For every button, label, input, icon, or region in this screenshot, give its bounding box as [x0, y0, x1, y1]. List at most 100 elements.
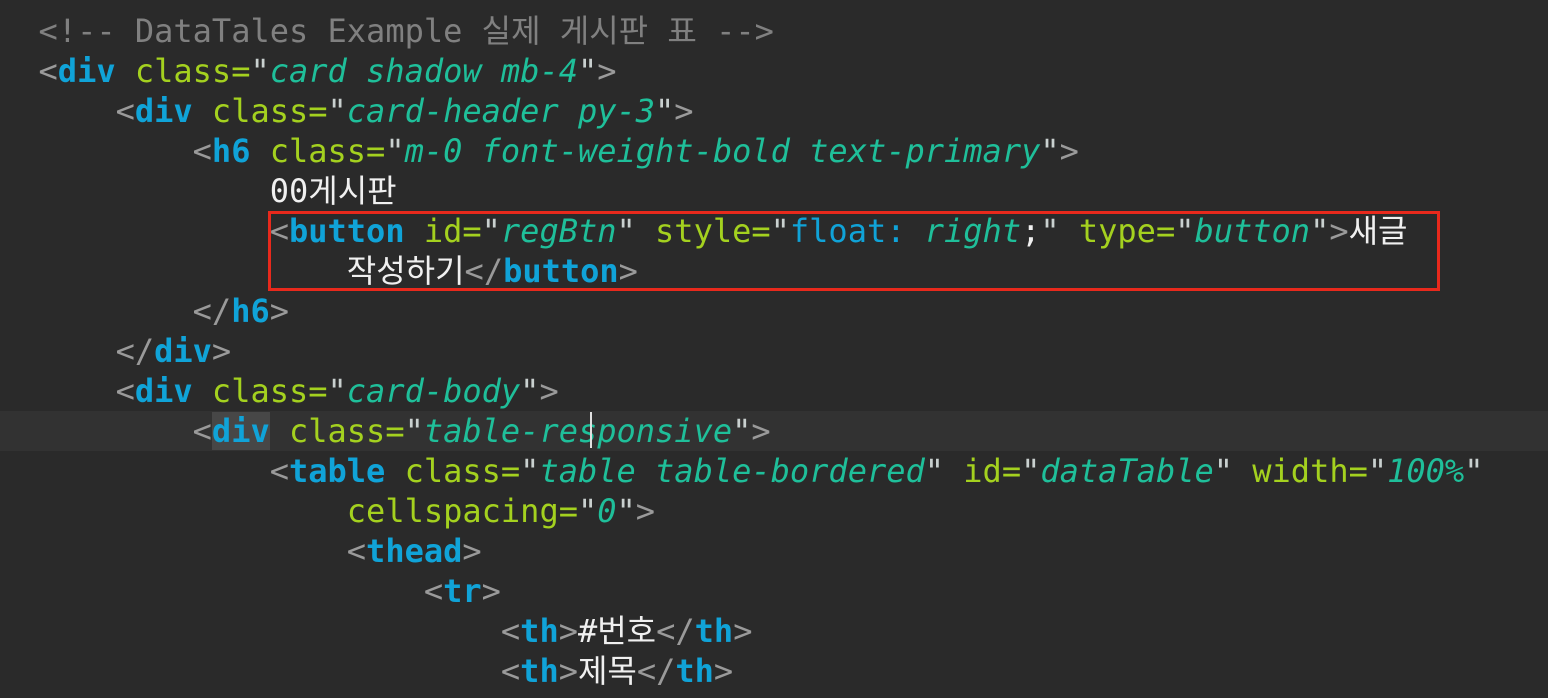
code-token: div [57, 52, 116, 90]
code-token: " [481, 212, 501, 250]
code-line[interactable]: cellspacing="0"> [0, 491, 1548, 531]
code-line[interactable]: <!-- DataTales Example 실제 게시판 표 --> [0, 11, 1548, 51]
code-token: > [558, 652, 578, 690]
code-line[interactable]: <thead> [0, 531, 1548, 571]
code-token: div [134, 92, 193, 130]
code-line[interactable]: <div class="table-responsive"> [0, 411, 1548, 451]
code-token: 작성하기 [346, 252, 465, 290]
code-token: " [520, 372, 540, 410]
code-token: right [924, 212, 1022, 250]
code-token: " [404, 412, 424, 450]
code-token: type [1078, 212, 1156, 250]
code-line[interactable]: <tr> [0, 571, 1548, 611]
code-token: " [616, 492, 636, 530]
code-token: > [618, 252, 638, 290]
code-token: : [886, 212, 925, 250]
code-line[interactable]: <div class="card-header py-3"> [0, 91, 1548, 131]
code-line[interactable]: <button id="regBtn" style="float: right;… [0, 211, 1548, 251]
code-token: > [1059, 132, 1079, 170]
code-line[interactable]: 00게시판 [0, 171, 1548, 211]
code-token: > [539, 372, 559, 410]
code-token: = [1348, 452, 1368, 490]
code-line[interactable]: <h6 class="m-0 font-weight-bold text-pri… [0, 131, 1548, 171]
code-line[interactable]: <div class="card shadow mb-4"> [0, 51, 1548, 91]
code-token: h6 [211, 132, 251, 170]
code-token: 0 [597, 492, 617, 530]
code-token: h6 [231, 292, 270, 330]
code-token: " [1464, 452, 1484, 490]
code-token: card-body [346, 372, 521, 410]
code-token: id [963, 452, 1002, 490]
code-token: 새글 [1348, 212, 1408, 250]
code-token: </ [636, 652, 676, 690]
code-token: class [288, 412, 386, 450]
code-line[interactable]: <table class="table table-bordered" id="… [0, 451, 1548, 491]
code-token: float [789, 212, 887, 250]
code-token: button [1194, 212, 1311, 250]
code-token: = [385, 412, 405, 450]
code-token: = [558, 492, 578, 530]
code-token: = [751, 212, 771, 250]
code-token: < [346, 532, 367, 570]
code-token: = [1155, 212, 1176, 250]
code-token: <!-- DataTales Example 실제 게시판 표 --> [38, 12, 774, 50]
code-token: class [211, 92, 309, 130]
code-line[interactable]: </div> [0, 331, 1548, 371]
code-token: 100% [1387, 452, 1465, 490]
code-token: " [250, 52, 270, 90]
code-token: = [1001, 452, 1022, 490]
code-token: width [1252, 452, 1349, 490]
code-line[interactable]: <th>#번호</th> [0, 611, 1548, 651]
code-token: " [616, 212, 636, 250]
code-token: button [503, 252, 619, 290]
code-token: ; [1021, 212, 1041, 250]
code-token: " [1021, 452, 1041, 490]
code-token: = [308, 92, 328, 130]
code-token: dataTable [1040, 452, 1214, 490]
code-token: " [577, 52, 598, 90]
text-cursor [590, 412, 592, 448]
code-token: < [115, 92, 135, 130]
code-token: th [520, 652, 559, 690]
code-token: " [1367, 452, 1388, 490]
code-token: div [211, 412, 270, 450]
code-token: " [327, 92, 347, 130]
code-token: > [751, 412, 771, 450]
code-token: class [134, 52, 232, 90]
code-token: < [500, 652, 521, 690]
code-token: < [269, 452, 289, 490]
code-token: </ [115, 332, 155, 370]
code-editor[interactable]: <!-- DataTales Example 실제 게시판 표 --> <div… [0, 0, 1548, 698]
code-token: 제목 [577, 652, 637, 690]
code-token: > [733, 612, 753, 650]
code-line[interactable]: <div class="card-body"> [0, 371, 1548, 411]
code-token: > [713, 652, 734, 690]
code-line[interactable]: 작성하기</button> [0, 251, 1548, 291]
code-token: th [520, 612, 559, 650]
code-token: < [500, 612, 521, 650]
code-token: card-header py-3 [346, 92, 656, 130]
code-token: > [597, 52, 617, 90]
code-token: < [192, 412, 212, 450]
code-line[interactable]: <th>제목</th> [0, 651, 1548, 691]
code-token: #번호 [577, 612, 657, 650]
code-token: < [115, 372, 135, 410]
code-line[interactable]: </h6> [0, 291, 1548, 331]
code-token: th [675, 652, 714, 690]
code-token: = [462, 212, 482, 250]
